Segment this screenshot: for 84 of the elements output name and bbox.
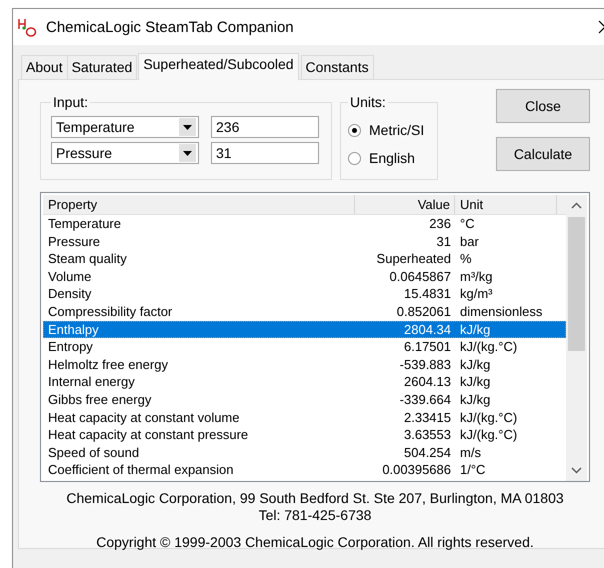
table-cell-text: 2.33415 bbox=[403, 408, 452, 426]
column-header[interactable]: Property bbox=[43, 195, 355, 214]
parameter-dropdown[interactable]: Pressure bbox=[51, 142, 199, 164]
table-row[interactable]: Compressibility factor 0.852061 dimensionless bbox=[43, 302, 566, 321]
table-cell-text: % bbox=[459, 250, 473, 268]
input-field[interactable]: 236 bbox=[211, 116, 319, 138]
table-cell-text: 31 bbox=[436, 232, 452, 250]
table-cell-text: Entropy bbox=[47, 338, 94, 356]
tab[interactable]: Saturated bbox=[66, 55, 138, 79]
table-cell-text: kJ/(kg.°C) bbox=[459, 338, 518, 356]
table-row[interactable]: Coefficient of thermal expansion 0.00395686 1/°C bbox=[43, 461, 566, 479]
table-cell-text: Heat capacity at constant volume bbox=[47, 408, 240, 426]
table-cell-text: m/s bbox=[459, 444, 482, 462]
copyright-text: Copyright © 1999-2003 ChemicaLogic Corporation. All rights reserved. bbox=[95, 534, 535, 550]
parameter-dropdown[interactable]: Temperature bbox=[51, 116, 199, 138]
table-row[interactable]: Heat capacity at constant volume 2.33415 kJ/(kg.°C) bbox=[43, 408, 566, 426]
table-cell-text: Temperature bbox=[47, 215, 122, 233]
radio-button[interactable] bbox=[348, 124, 361, 136]
table-cell-text: Density bbox=[47, 285, 92, 303]
table-cell-text: Volume bbox=[47, 268, 92, 286]
table-row[interactable]: Speed of sound 504.254 m/s bbox=[43, 444, 566, 462]
table-cell-text: 2804.34 bbox=[403, 320, 452, 338]
table-cell-text: 6.17501 bbox=[403, 338, 452, 356]
table-row[interactable]: Enthalpy 2804.34 kJ/kg bbox=[43, 320, 566, 338]
table-cell-text: kJ/(kg.°C) bbox=[459, 426, 518, 444]
address-text: ChemicaLogic Corporation, 99 South Bedford St. Ste 207, Burlington, MA 01803 Tel: 781-425-6738 bbox=[65, 490, 565, 524]
tab[interactable]: Superheated/Subcooled bbox=[138, 53, 299, 80]
table-cell-text: Enthalpy bbox=[47, 320, 100, 338]
table-cell-text: kJ/kg bbox=[459, 390, 492, 409]
radio-label[interactable]: English bbox=[369, 150, 415, 166]
table-row[interactable]: Entropy 6.17501 kJ/(kg.°C) bbox=[43, 338, 566, 356]
table-cell-text: 1/°C bbox=[459, 461, 486, 479]
table-cell-text: 3.63553 bbox=[403, 426, 452, 444]
table-cell-text: 2604.13 bbox=[403, 373, 452, 391]
table-cell-text: Speed of sound bbox=[47, 444, 140, 462]
table-cell-text: kJ/kg bbox=[459, 373, 492, 391]
action-button[interactable]: Calculate bbox=[496, 137, 590, 171]
column-header[interactable]: Value bbox=[355, 195, 455, 214]
table-cell-text: Gibbs free energy bbox=[47, 390, 152, 409]
table-cell-text: 504.254 bbox=[403, 444, 452, 462]
group-label: Input: bbox=[52, 94, 90, 110]
table-cell-text: dimensionless bbox=[459, 302, 544, 321]
table-cell-text: Superheated bbox=[376, 250, 452, 268]
table-cell-text: 236 bbox=[428, 215, 452, 233]
table-cell-text: Helmoltz free energy bbox=[47, 356, 169, 374]
table-cell-text: -539.883 bbox=[398, 356, 452, 374]
tab[interactable]: About bbox=[21, 55, 68, 79]
table-cell-text: Heat capacity at constant pressure bbox=[47, 426, 250, 444]
table-cell-text: 0.0645867 bbox=[388, 268, 452, 286]
table-row[interactable]: Heat capacity at constant pressure 3.63553 kJ/(kg.°C) bbox=[43, 426, 566, 444]
table-row[interactable]: Density 15.4831 kg/m³ bbox=[43, 285, 566, 303]
table-row[interactable]: Helmoltz free energy -539.883 kJ/kg bbox=[43, 356, 566, 374]
table-cell-text: Pressure bbox=[47, 232, 102, 250]
table-cell-text: bar bbox=[459, 232, 480, 250]
column-header[interactable]: Unit bbox=[455, 195, 557, 214]
table-cell-text: 0.852061 bbox=[396, 302, 452, 321]
tab[interactable]: Constants bbox=[300, 55, 374, 79]
table-cell-text: kg/m³ bbox=[459, 285, 494, 303]
radio-button[interactable] bbox=[348, 152, 361, 164]
table-row[interactable]: Pressure 31 bar bbox=[43, 232, 566, 250]
group-label: Units: bbox=[349, 94, 387, 110]
table-row[interactable]: Steam quality Superheated % bbox=[43, 250, 566, 268]
action-button[interactable]: Close bbox=[496, 89, 590, 123]
scrollbar[interactable] bbox=[566, 195, 587, 481]
table-cell-text: m³/kg bbox=[459, 268, 494, 286]
logo-icon bbox=[16, 16, 38, 38]
table-cell-text: Coefficient of thermal expansion bbox=[47, 461, 234, 479]
table-row[interactable]: Temperature 236 °C bbox=[43, 215, 566, 233]
table-cell-text: kJ/(kg.°C) bbox=[459, 408, 518, 426]
table-row[interactable]: Gibbs free energy -339.664 kJ/kg bbox=[43, 390, 566, 409]
window-title: ChemicaLogic SteamTab Companion bbox=[46, 18, 295, 36]
table-cell-text: 15.4831 bbox=[403, 285, 452, 303]
table-cell-text: Internal energy bbox=[47, 373, 136, 391]
table-row[interactable]: Volume 0.0645867 m³/kg bbox=[43, 268, 566, 286]
table-cell-text: °C bbox=[459, 215, 476, 233]
table-row[interactable]: Internal energy 2604.13 kJ/kg bbox=[43, 373, 566, 391]
table-cell-text: Compressibility factor bbox=[47, 302, 174, 321]
table-cell-text: -339.664 bbox=[398, 390, 452, 409]
input-field[interactable]: 31 bbox=[211, 142, 319, 164]
table-cell-text: kJ/kg bbox=[459, 356, 492, 374]
table-cell-text: Steam quality bbox=[47, 250, 128, 268]
radio-label[interactable]: Metric/SI bbox=[369, 122, 424, 138]
table-cell-text: 0.00395686 bbox=[381, 461, 452, 479]
table-cell-text: kJ/kg bbox=[459, 320, 492, 338]
